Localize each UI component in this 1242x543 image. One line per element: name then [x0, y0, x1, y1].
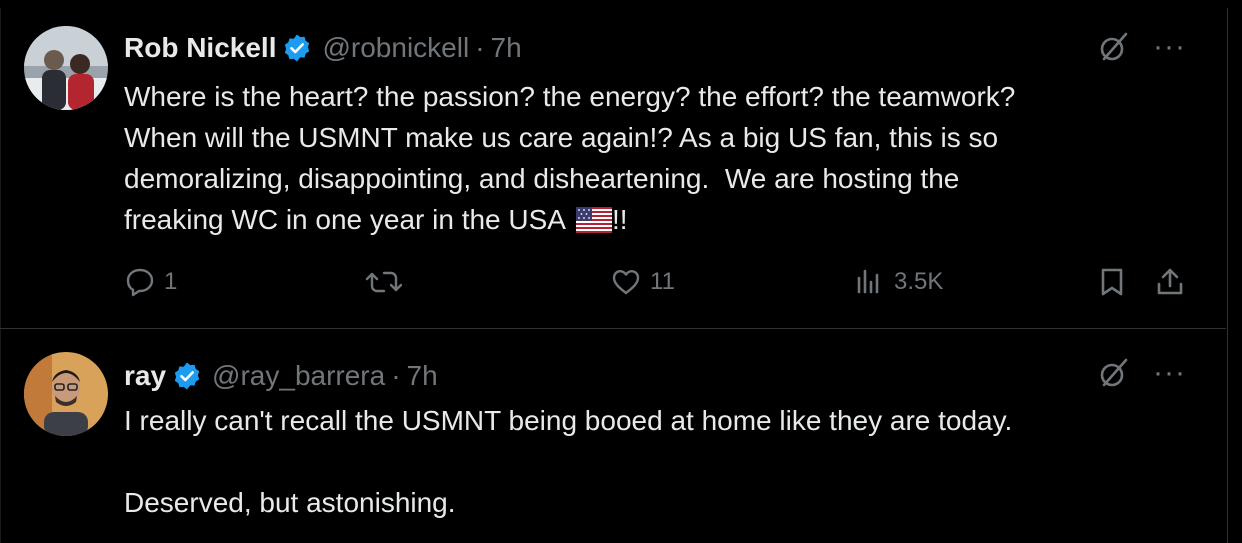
post-text: I really can't recall the USMNT being bo… [124, 400, 1012, 523]
post-text-line: freaking WC in one year in the USA [124, 204, 566, 235]
verified-badge-icon[interactable] [172, 361, 202, 391]
verified-badge-icon[interactable] [282, 33, 312, 63]
retweet-icon [364, 266, 404, 298]
author-handle[interactable]: @ray_barrera [212, 360, 385, 392]
post-ray[interactable]: ray @ray_barrera · 7h ··· I really can't… [0, 330, 1226, 543]
post-text-line: Deserved, but astonishing. [124, 487, 456, 518]
views-count: 3.5K [894, 268, 944, 295]
post-time[interactable]: 7h [491, 32, 522, 64]
avatar[interactable] [24, 26, 108, 110]
bookmark-icon [1096, 266, 1128, 298]
author-name[interactable]: ray [124, 360, 166, 392]
bookmark-button[interactable] [1096, 266, 1128, 298]
more-icon[interactable]: ··· [1153, 32, 1186, 62]
more-icon[interactable]: ··· [1153, 358, 1186, 388]
post-header: ray @ray_barrera · 7h [124, 356, 438, 396]
reply-count: 1 [164, 268, 178, 295]
views-button[interactable]: 3.5K [854, 266, 943, 298]
author-handle[interactable]: @robnickell [322, 32, 469, 64]
post-text-tail: !! [611, 204, 628, 235]
post-text-line: When will the USMNT make us care again!?… [124, 122, 999, 153]
separator-dot: · [391, 360, 401, 391]
post-text-line: demoralizing, disappointing, and dishear… [124, 163, 960, 194]
grok-icon[interactable] [1097, 30, 1131, 64]
heart-icon [610, 266, 642, 298]
us-flag-icon [575, 203, 612, 233]
views-icon [854, 266, 886, 298]
avatar[interactable] [24, 352, 108, 436]
post-text-line: Where is the heart? the passion? the ene… [124, 81, 1016, 112]
post-text-line: I really can't recall the USMNT being bo… [124, 405, 1013, 436]
author-name[interactable]: Rob Nickell [124, 32, 276, 64]
post-text: Where is the heart? the passion? the ene… [124, 76, 1015, 240]
like-button[interactable]: 11 [610, 266, 675, 298]
separator-dot: · [475, 32, 485, 63]
post-action-bar: 1 11 3.5K [124, 266, 1194, 306]
post-time[interactable]: 7h [407, 360, 438, 392]
post-rob-nickell[interactable]: Rob Nickell @robnickell · 7h ··· Where i… [0, 8, 1226, 329]
grok-icon[interactable] [1097, 356, 1131, 390]
post-header: Rob Nickell @robnickell · 7h [124, 28, 522, 68]
reply-icon [124, 266, 156, 298]
post-top-actions: ··· [1097, 356, 1186, 390]
reply-button[interactable]: 1 [124, 266, 177, 298]
retweet-button[interactable] [364, 266, 412, 298]
like-count: 11 [650, 268, 675, 295]
share-icon [1154, 266, 1186, 298]
post-top-actions: ··· [1097, 30, 1186, 64]
share-button[interactable] [1154, 266, 1186, 298]
